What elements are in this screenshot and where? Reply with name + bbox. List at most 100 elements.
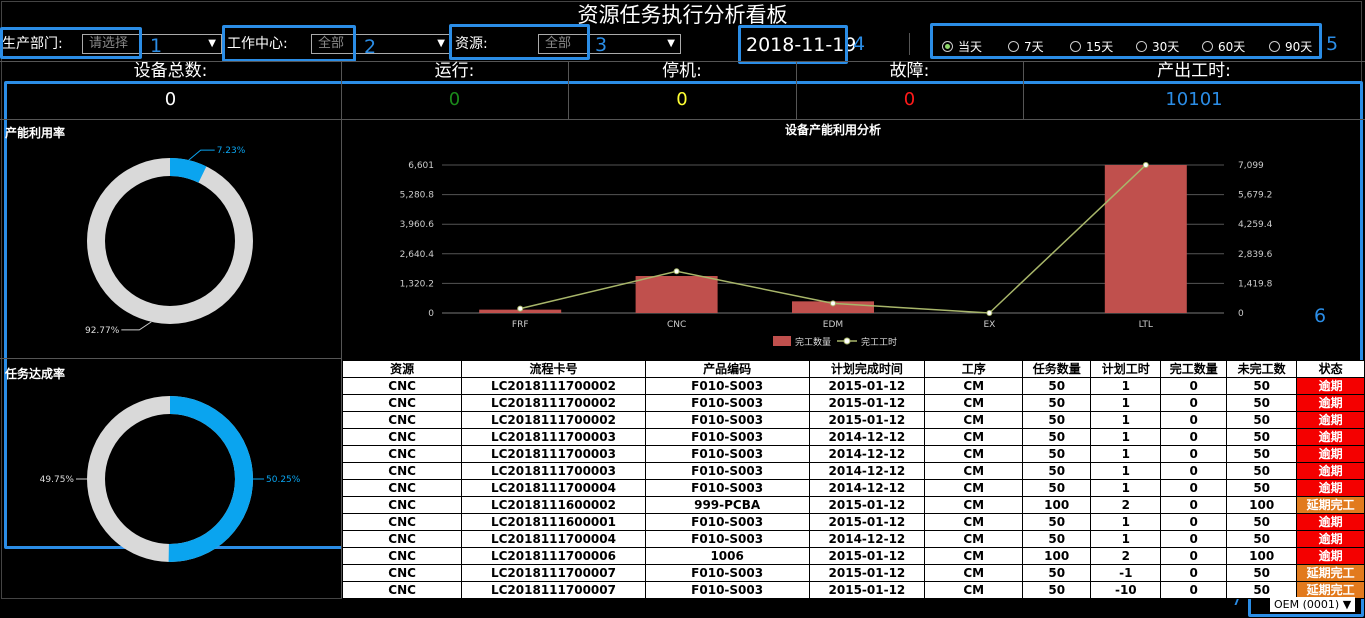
table-cell: 1 <box>1090 445 1162 463</box>
column-header[interactable]: 未完工数 <box>1226 360 1298 378</box>
chevron-down-icon: ▼ <box>667 38 675 49</box>
stat-label: 停机: <box>662 61 702 81</box>
table-cell: 50 <box>1226 581 1298 599</box>
table-cell: CM <box>924 445 1024 463</box>
y-left-tick: 3,960.6 <box>400 220 435 230</box>
status-badge: 逾期 <box>1296 428 1365 446</box>
x-tick: EDM <box>823 320 843 330</box>
table-row[interactable]: CNC LC2018111700003 F010-S003 2014-12-12 CM 5… <box>341 445 1365 463</box>
chevron-down-icon: ▼ <box>437 38 445 49</box>
table-cell: F010-S003 <box>644 411 810 429</box>
column-header[interactable]: 计划工时 <box>1090 360 1162 378</box>
table-row[interactable]: CNC LC2018111700002 F010-S003 2015-01-12 CM 5… <box>341 411 1365 429</box>
status-badge: 延期完工 <box>1296 581 1365 599</box>
stat-value: 0 <box>903 89 916 110</box>
divider <box>568 61 569 119</box>
task-table: 资源 流程卡号 产品编码 计划完成时间 工序 任务数量 计划工时 完工数量 未完工数 状态 CNC L… <box>341 360 1365 599</box>
table-cell: 2015-01-12 <box>808 394 926 412</box>
table-cell: 50 <box>1022 564 1092 582</box>
legend-bar-label: 完工数量 <box>795 336 831 348</box>
table-cell: CM <box>924 377 1024 395</box>
annotation-number-2: 2 <box>364 36 377 58</box>
table-cell: 50 <box>1022 462 1092 480</box>
table-cell: 0 <box>1160 564 1228 582</box>
table-row[interactable]: CNC LC2018111700004 F010-S003 2014-12-12 CM 5… <box>341 479 1365 497</box>
column-header[interactable]: 任务数量 <box>1022 360 1092 378</box>
table-cell: 50 <box>1226 377 1298 395</box>
table-cell: 1 <box>1090 394 1162 412</box>
table-row[interactable]: CNC LC2018111700006 1006 2015-01-12 CM 100 2 0 1… <box>341 547 1365 565</box>
annotation-box-5 <box>930 23 1322 59</box>
x-tick: EX <box>983 320 995 330</box>
divider <box>909 33 910 55</box>
status-badge: 逾期 <box>1296 547 1365 565</box>
donut-remaining-label: 49.75% <box>40 475 75 485</box>
divider <box>1023 61 1024 119</box>
stat-label: 运行: <box>434 61 475 81</box>
donut-remaining-arc <box>87 158 253 324</box>
table-cell: 100 <box>1022 496 1092 514</box>
donut-value-label: 50.25% <box>266 475 301 485</box>
column-header[interactable]: 计划完成时间 <box>808 360 926 378</box>
table-cell: CM <box>924 462 1024 480</box>
table-row[interactable]: CNC LC2018111600002 999-PCBA 2015-01-12 CM 10… <box>341 496 1365 514</box>
stat-value: 0 <box>448 89 461 110</box>
column-header[interactable]: 状态 <box>1296 360 1365 378</box>
table-cell: 2014-12-12 <box>808 445 926 463</box>
org-select[interactable]: OEM (0001) ▼ <box>1270 597 1356 612</box>
annotation-box-2 <box>222 25 356 62</box>
table-cell: 999-PCBA <box>644 496 810 514</box>
table-cell: 2014-12-12 <box>808 428 926 446</box>
table-cell: 1006 <box>644 547 810 565</box>
table-cell: CM <box>924 581 1024 599</box>
table-cell: 50 <box>1226 462 1298 480</box>
label-leader <box>121 321 152 331</box>
table-row[interactable]: CNC LC2018111700002 F010-S003 2015-01-12 CM 5… <box>341 377 1365 395</box>
donut-value-label: 7.23% <box>217 146 246 156</box>
table-cell: CM <box>924 530 1024 548</box>
table-cell: CNC <box>341 564 463 582</box>
table-cell: CNC <box>341 530 463 548</box>
table-cell: LC2018111700002 <box>461 377 646 395</box>
table-row[interactable]: CNC LC2018111700003 F010-S003 2014-12-12 CM 5… <box>341 462 1365 480</box>
status-badge: 逾期 <box>1296 530 1365 548</box>
table-cell: 50 <box>1226 513 1298 531</box>
y-left-tick: 0 <box>428 309 434 319</box>
table-cell: F010-S003 <box>644 394 810 412</box>
table-cell: 50 <box>1226 530 1298 548</box>
column-header[interactable]: 流程卡号 <box>461 360 646 378</box>
table-cell: F010-S003 <box>644 513 810 531</box>
table-cell: 2014-12-12 <box>808 530 926 548</box>
stat-label: 故障: <box>889 61 930 81</box>
line-series <box>520 164 1147 314</box>
table-cell: 50 <box>1226 411 1298 429</box>
table-cell: LC2018111700007 <box>461 581 646 599</box>
table-cell: LC2018111600002 <box>461 496 646 514</box>
table-cell: CNC <box>341 547 463 565</box>
table-cell: 0 <box>1160 479 1228 497</box>
table-cell: 1 <box>1090 428 1162 446</box>
table-row[interactable]: CNC LC2018111700003 F010-S003 2014-12-12 CM 5… <box>341 428 1365 446</box>
column-header[interactable]: 产品编码 <box>644 360 810 378</box>
table-cell: 50 <box>1022 377 1092 395</box>
table-cell: LC2018111700003 <box>461 445 646 463</box>
table-row[interactable]: CNC LC2018111600001 F010-S003 2015-01-12 CM 5… <box>341 513 1365 531</box>
donut-remaining-label: 92.77% <box>85 326 120 336</box>
table-row[interactable]: CNC LC2018111700007 F010-S003 2015-01-12 CM 5… <box>341 564 1365 582</box>
table-cell: 0 <box>1160 530 1228 548</box>
table-row[interactable]: CNC LC2018111700004 F010-S003 2014-12-12 CM 5… <box>341 530 1365 548</box>
column-header[interactable]: 工序 <box>924 360 1024 378</box>
y-left-tick: 6,601 <box>408 161 434 171</box>
y-left-tick: 5,280.8 <box>400 191 435 201</box>
line-point-LTL <box>1142 162 1149 168</box>
column-header[interactable]: 资源 <box>341 360 463 378</box>
table-row[interactable]: CNC LC2018111700007 F010-S003 2015-01-12 CM 5… <box>341 581 1365 599</box>
table-cell: F010-S003 <box>644 564 810 582</box>
column-header[interactable]: 完工数量 <box>1160 360 1228 378</box>
table-row[interactable]: CNC LC2018111700002 F010-S003 2015-01-12 CM 5… <box>341 394 1365 412</box>
status-badge: 逾期 <box>1296 479 1365 497</box>
table-cell: LC2018111700004 <box>461 530 646 548</box>
table-cell: 50 <box>1226 394 1298 412</box>
table-cell: 100 <box>1022 547 1092 565</box>
table-cell: 0 <box>1160 581 1228 599</box>
